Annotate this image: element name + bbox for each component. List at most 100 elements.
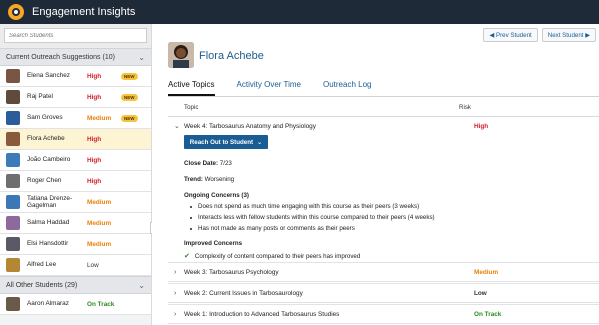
student-list-item[interactable]: Elena Sanchez High NEW [0, 66, 151, 87]
topic-details: Reach Out to Student ⌄ Close Date: 7/23 … [184, 135, 514, 260]
trend-value: Worsening [204, 176, 235, 183]
student-risk: Medium [87, 219, 112, 227]
topic-title: Week 3: Tarbosaurus Psychology [184, 268, 279, 276]
student-avatar [6, 174, 20, 188]
main-panel: ◀ Prev Student Next Student ▶ Flora Ache… [152, 24, 599, 325]
student-list-item[interactable]: Aaron Almaraz On Track [0, 294, 151, 315]
topic-title: Week 1: Introduction to Advanced Tarbosa… [184, 310, 340, 318]
student-list-item[interactable]: Sam Groves Medium NEW [0, 108, 151, 129]
student-navigation: ◀ Prev Student Next Student ▶ [483, 28, 596, 42]
student-risk: Medium [87, 114, 112, 122]
student-risk: High [87, 135, 102, 143]
improved-concerns-label: Improved Concerns [184, 240, 243, 247]
prev-student-button[interactable]: ◀ Prev Student [483, 28, 538, 42]
student-risk: High [87, 93, 102, 101]
search-area [0, 24, 151, 48]
student-list-item[interactable]: Raj Patel High NEW [0, 87, 151, 108]
topic-risk: Low [474, 289, 487, 297]
topic-risk: Medium [474, 268, 499, 276]
top-bar: Engagement Insights [0, 0, 599, 24]
student-name: Alfred Lee [27, 261, 57, 269]
ongoing-concerns-title: Ongoing Concerns (3) [184, 192, 514, 199]
student-avatar [6, 69, 20, 83]
student-avatar [6, 258, 20, 272]
tab-outreach-log[interactable]: Outreach Log [323, 80, 371, 96]
concern-text: Interacts less with fellow students with… [198, 214, 435, 221]
app-logo-icon [8, 4, 24, 20]
prev-student-label: Prev Student [495, 31, 532, 39]
student-avatar [6, 111, 20, 125]
student-list-item[interactable]: Flora Achebe High [0, 129, 151, 150]
topic-risk: On Track [474, 310, 502, 318]
concern-item: Interacts less with fellow students with… [190, 214, 514, 221]
chevron-down-icon: ⌄ [138, 280, 145, 290]
chevron-right-icon[interactable]: › [174, 290, 184, 297]
student-risk: Low [87, 261, 99, 269]
tabs-divider [168, 96, 599, 97]
next-student-label: Next Student [547, 31, 584, 39]
student-risk: Medium [87, 198, 112, 206]
topic-risk: High [474, 122, 489, 130]
app-title: Engagement Insights [32, 6, 136, 18]
close-date: Close Date: 7/23 [184, 160, 514, 167]
trend-label: Trend: [184, 176, 203, 183]
student-name: Tatiana Drenze-Gagelman [27, 194, 73, 209]
student-risk: High [87, 72, 102, 80]
improved-concerns-title: Improved Concerns [184, 240, 514, 247]
concern-item: Has not made as many posts or comments a… [190, 225, 514, 232]
student-list-item[interactable]: João Cambeiro High [0, 150, 151, 171]
checkmark-icon: ✔ [184, 253, 190, 260]
student-name: Raj Patel [27, 93, 53, 101]
new-badge: NEW [121, 72, 138, 80]
reach-out-label: Reach Out to Student [189, 138, 254, 146]
student-risk: High [87, 177, 102, 185]
student-profile-photo [168, 42, 194, 68]
student-name: Roger Chen [27, 177, 62, 185]
concerns-list: Does not spend as much time engaging wit… [184, 203, 514, 232]
column-header-risk: Risk [459, 104, 472, 111]
student-avatar [6, 216, 20, 230]
reach-out-button[interactable]: Reach Out to Student ⌄ [184, 135, 268, 149]
other-header-label: All Other Students (29) [6, 281, 78, 289]
student-list-item[interactable]: Elsi Hansdottir Medium [0, 234, 151, 255]
chevron-down-icon[interactable]: ⌄ [174, 122, 184, 130]
topic-row[interactable]: › Week 1: Introduction to Advanced Tarbos… [168, 304, 599, 324]
other-students-section-header[interactable]: All Other Students (29) ⌄ [0, 276, 151, 294]
suggestions-header-label: Current Outreach Suggestions (10) [6, 53, 115, 61]
student-list-item[interactable]: Tatiana Drenze-Gagelman Medium [0, 192, 151, 213]
student-name: Sam Groves [27, 114, 63, 122]
other-students-list: Aaron Almaraz On Track [0, 294, 151, 315]
tab-bar: Active Topics Activity Over Time Outreac… [168, 80, 371, 96]
close-date-value: 7/23 [219, 160, 232, 167]
student-name-title: Flora Achebe [199, 50, 264, 62]
student-name: Flora Achebe [27, 135, 65, 143]
tab-activity-over-time[interactable]: Activity Over Time [237, 80, 301, 96]
student-list-item[interactable]: Salma Haddad Medium [0, 213, 151, 234]
new-badge: NEW [121, 114, 138, 122]
student-avatar [6, 237, 20, 251]
chevron-right-icon[interactable]: › [174, 311, 184, 318]
student-risk: High [87, 156, 102, 164]
close-date-label: Close Date: [184, 160, 219, 167]
column-header-topic: Topic [184, 104, 199, 111]
student-avatar [6, 132, 20, 146]
student-name: Aaron Almaraz [27, 300, 69, 308]
concern-text: Does not spend as much time engaging wit… [198, 203, 420, 210]
suggestions-section-header[interactable]: Current Outreach Suggestions (10) ⌄ [0, 48, 151, 66]
search-input[interactable] [4, 28, 147, 43]
tab-active-topics[interactable]: Active Topics [168, 80, 215, 96]
next-student-button[interactable]: Next Student ▶ [541, 28, 596, 42]
improved-item: ✔ Complexity of content compared to thei… [184, 252, 514, 261]
trend: Trend: Worsening [184, 176, 514, 183]
topic-title: Week 4: Tarbosaurus Anatomy and Physiolo… [184, 122, 316, 130]
student-list-item[interactable]: Roger Chen High [0, 171, 151, 192]
sidebar: Current Outreach Suggestions (10) ⌄ Elen… [0, 24, 152, 325]
student-avatar [6, 90, 20, 104]
improved-text: Complexity of content compared to their … [194, 252, 361, 260]
topic-row[interactable]: › Week 2: Current Issues in Tarbosaurolog… [168, 283, 599, 303]
student-list-item[interactable]: Alfred Lee Low [0, 255, 151, 276]
topic-row-expanded[interactable]: ⌄ Week 4: Tarbosaurus Anatomy and Physio… [168, 116, 599, 136]
chevron-right-icon[interactable]: › [174, 269, 184, 276]
student-name: Elsi Hansdottir [27, 240, 69, 248]
topic-row[interactable]: › Week 3: Tarbosaurus Psychology Medium [168, 262, 599, 282]
